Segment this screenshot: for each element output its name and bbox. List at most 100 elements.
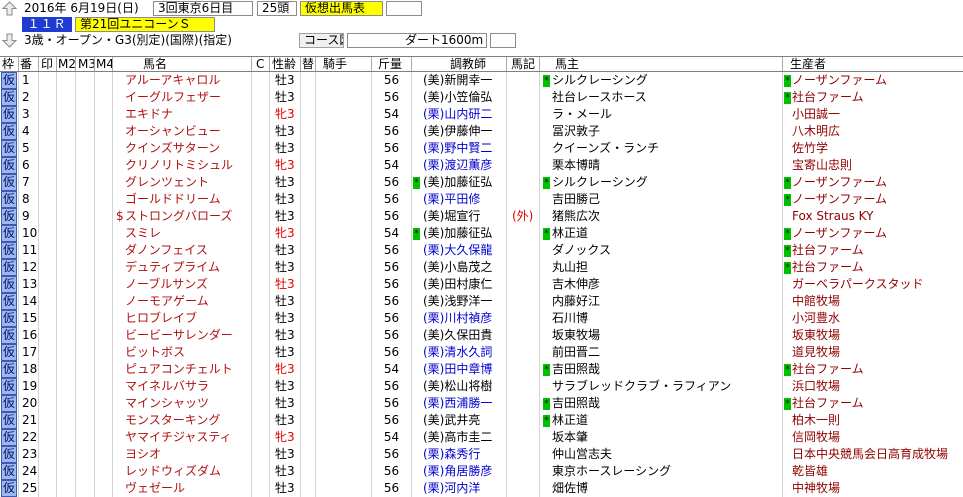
horse-name-cell[interactable]: オーシャンビュー	[113, 123, 252, 140]
horse-name[interactable]: ノーモアゲーム	[125, 294, 209, 308]
jockey-cell[interactable]	[316, 310, 372, 327]
breeder-name[interactable]: 八木明広	[792, 124, 840, 138]
mark-cell[interactable]	[39, 140, 57, 157]
m3-cell[interactable]	[76, 174, 95, 191]
m3-cell[interactable]	[76, 327, 95, 344]
horse-name[interactable]: ダノンフェイス	[125, 243, 208, 257]
horse-name-cell[interactable]: ヤマイチジャスティ	[113, 429, 252, 446]
owner-name[interactable]: 坂本肇	[552, 430, 588, 444]
jockey-cell[interactable]	[316, 106, 372, 123]
m4-cell[interactable]	[95, 242, 113, 259]
horse-name-cell[interactable]: ゴールドドリーム	[113, 191, 252, 208]
horse-name[interactable]: ヨシオ	[125, 447, 161, 461]
m3-cell[interactable]	[76, 89, 95, 106]
m2-cell[interactable]	[57, 72, 76, 89]
entry-row[interactable]: 仮 25 ヴェゼール 牡3 56 (栗)河内洋 畑佐博 中神牧場	[0, 480, 963, 497]
m4-cell[interactable]	[95, 344, 113, 361]
horse-name-cell[interactable]: ピュアコンチェルト	[113, 361, 252, 378]
trainer-name[interactable]: (美)松山将樹	[423, 379, 492, 393]
column-header-trainer[interactable]: 調教師	[412, 57, 507, 71]
mark-cell[interactable]	[39, 72, 57, 89]
column-header-horse-name[interactable]: 馬名	[113, 57, 252, 71]
horse-name[interactable]: ゴールドドリーム	[125, 192, 221, 206]
horse-name[interactable]: スミレ	[125, 226, 161, 240]
m2-cell[interactable]	[57, 344, 76, 361]
horse-name[interactable]: デュティプライム	[125, 260, 220, 274]
m4-cell[interactable]	[95, 378, 113, 395]
mark-cell[interactable]	[39, 242, 57, 259]
m4-cell[interactable]	[95, 123, 113, 140]
m4-cell[interactable]	[95, 89, 113, 106]
entry-row[interactable]: 仮 22 ヤマイチジャスティ 牝3 54 (美)高市圭二 坂本肇 信岡牧場	[0, 429, 963, 446]
jockey-cell[interactable]	[316, 276, 372, 293]
m4-cell[interactable]	[95, 208, 113, 225]
owner-name[interactable]: 石川博	[552, 311, 588, 325]
horse-name-cell[interactable]: ダノンフェイス	[113, 242, 252, 259]
owner-name[interactable]: 仲山営志夫	[552, 447, 612, 461]
owner-name[interactable]: 坂東牧場	[552, 328, 600, 342]
entry-row[interactable]: 仮 8 ゴールドドリーム 牡3 56 (栗)平田修 吉田勝己 * ノーザンファーム	[0, 191, 963, 208]
m2-cell[interactable]	[57, 412, 76, 429]
breeder-name[interactable]: 社台ファーム	[792, 396, 864, 410]
horse-name-cell[interactable]: マイネルバサラ	[113, 378, 252, 395]
owner-name[interactable]: 林正道	[552, 226, 588, 240]
horse-name[interactable]: ヒロブレイブ	[125, 311, 197, 325]
m2-cell[interactable]	[57, 140, 76, 157]
jockey-cell[interactable]	[316, 72, 372, 89]
trainer-name[interactable]: (美)加藤征弘	[423, 226, 492, 240]
mark-cell[interactable]	[39, 361, 57, 378]
owner-name[interactable]: サラブレッドクラブ・ラフィアン	[552, 379, 731, 393]
horse-name-cell[interactable]: マインシャッツ	[113, 395, 252, 412]
entry-row[interactable]: 仮 2 イーグルフェザー 牡3 56 (美)小笠倫弘 社台レースホース * 社台ファーム	[0, 89, 963, 106]
jockey-cell[interactable]	[316, 123, 372, 140]
trainer-name[interactable]: (栗)山内研二	[423, 107, 492, 121]
mark-cell[interactable]	[39, 259, 57, 276]
breeder-name[interactable]: Fox Straus KY	[792, 209, 873, 223]
breeder-name[interactable]: 小田誠一	[792, 107, 840, 121]
m3-cell[interactable]	[76, 480, 95, 497]
horse-name-cell[interactable]: クインズサターン	[113, 140, 252, 157]
m3-cell[interactable]	[76, 310, 95, 327]
horse-name-cell[interactable]: クリノリトミシュル	[113, 157, 252, 174]
m3-cell[interactable]	[76, 123, 95, 140]
owner-name[interactable]: シルクレーシング	[552, 73, 648, 87]
blank-field[interactable]	[490, 33, 516, 48]
column-header-waku[interactable]: 枠	[0, 57, 19, 71]
entry-row[interactable]: 仮 7 グレンツェント 牡3 56 * (美)加藤征弘 * シルクレーシング * ノーザンファーム	[0, 174, 963, 191]
horse-name[interactable]: レッドウィズダム	[125, 464, 221, 478]
m3-cell[interactable]	[76, 72, 95, 89]
horse-name-cell[interactable]: ビービーサレンダー	[113, 327, 252, 344]
breeder-name[interactable]: 宝寄山忠則	[792, 158, 852, 172]
owner-name[interactable]: ラ・メール	[552, 107, 612, 121]
mark-cell[interactable]	[39, 378, 57, 395]
trainer-name[interactable]: (美)田村康仁	[423, 277, 492, 291]
entry-row[interactable]: 仮 15 ヒロブレイブ 牡3 56 (栗)川村禎彦 石川博 小河豊水	[0, 310, 963, 327]
horse-name-cell[interactable]: ノーブルサンズ	[113, 276, 252, 293]
horse-name-cell[interactable]: ヒロブレイブ	[113, 310, 252, 327]
entry-row[interactable]: 仮 13 ノーブルサンズ 牡3 56 (美)田村康仁 吉木伸彦 ガーベラパークスタッド	[0, 276, 963, 293]
jockey-cell[interactable]	[316, 225, 372, 242]
course-map-button[interactable]: コース図	[299, 33, 344, 48]
m4-cell[interactable]	[95, 140, 113, 157]
entry-row[interactable]: 仮 18 ピュアコンチェルト 牝3 54 (栗)田中章博 * 吉田照哉 * 社台ファーム	[0, 361, 963, 378]
m4-cell[interactable]	[95, 361, 113, 378]
horse-name[interactable]: エキドナ	[125, 107, 173, 121]
jockey-cell[interactable]	[316, 429, 372, 446]
m3-cell[interactable]	[76, 378, 95, 395]
mark-cell[interactable]	[39, 395, 57, 412]
mark-cell[interactable]	[39, 446, 57, 463]
horse-name[interactable]: マイネルバサラ	[125, 379, 209, 393]
owner-name[interactable]: 前田晋二	[552, 345, 600, 359]
m3-cell[interactable]	[76, 361, 95, 378]
jockey-cell[interactable]	[316, 157, 372, 174]
horse-name[interactable]: マインシャッツ	[125, 396, 209, 410]
trainer-name[interactable]: (美)堀宣行	[423, 209, 480, 223]
trainer-name[interactable]: (美)伊藤伸一	[423, 124, 492, 138]
column-header-m4[interactable]: M4	[95, 57, 113, 71]
trainer-name[interactable]: (栗)大久保龍	[423, 243, 492, 257]
trainer-name[interactable]: (美)武井亮	[423, 413, 480, 427]
m2-cell[interactable]	[57, 259, 76, 276]
breeder-name[interactable]: 社台ファーム	[792, 362, 864, 376]
owner-name[interactable]: クイーンズ・ランチ	[552, 141, 659, 155]
horse-name[interactable]: ヤマイチジャスティ	[125, 430, 232, 444]
